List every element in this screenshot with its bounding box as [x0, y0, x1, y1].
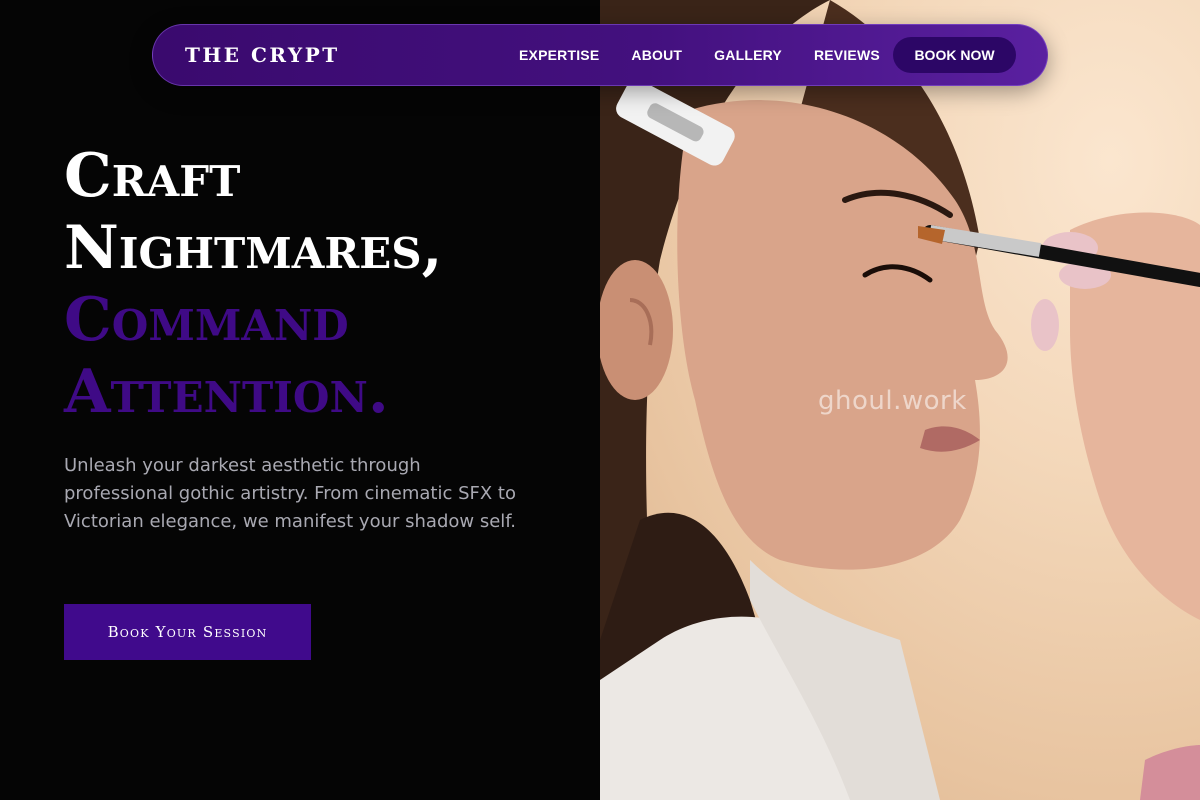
nav-link-about[interactable]: ABOUT: [631, 47, 682, 63]
brand-logo[interactable]: THE CRYPT: [185, 43, 340, 67]
hero-tagline: Unleash your darkest aesthetic through p…: [64, 455, 517, 532]
nav-link-expertise[interactable]: EXPERTISE: [519, 47, 599, 63]
nav-link-reviews[interactable]: REVIEWS: [814, 47, 880, 63]
book-session-button[interactable]: Book Your Session: [64, 604, 311, 660]
top-navbar: THE CRYPT EXPERTISE ABOUT GALLERY REVIEW…: [152, 24, 1048, 86]
headline-line-2: Nightmares,: [64, 213, 443, 283]
headline-line-4: Attention.: [64, 357, 389, 427]
hero-headline: Craft Nightmares, Command Attention.: [64, 140, 584, 428]
watermark-text: ghoul.work: [818, 386, 967, 416]
book-now-button[interactable]: BOOK NOW: [893, 37, 1016, 73]
headline-line-3: Command: [64, 285, 349, 355]
nav-link-gallery[interactable]: GALLERY: [714, 47, 782, 63]
headline-line-1: Craft: [64, 141, 241, 211]
nav-links: EXPERTISE ABOUT GALLERY REVIEWS: [519, 47, 912, 63]
